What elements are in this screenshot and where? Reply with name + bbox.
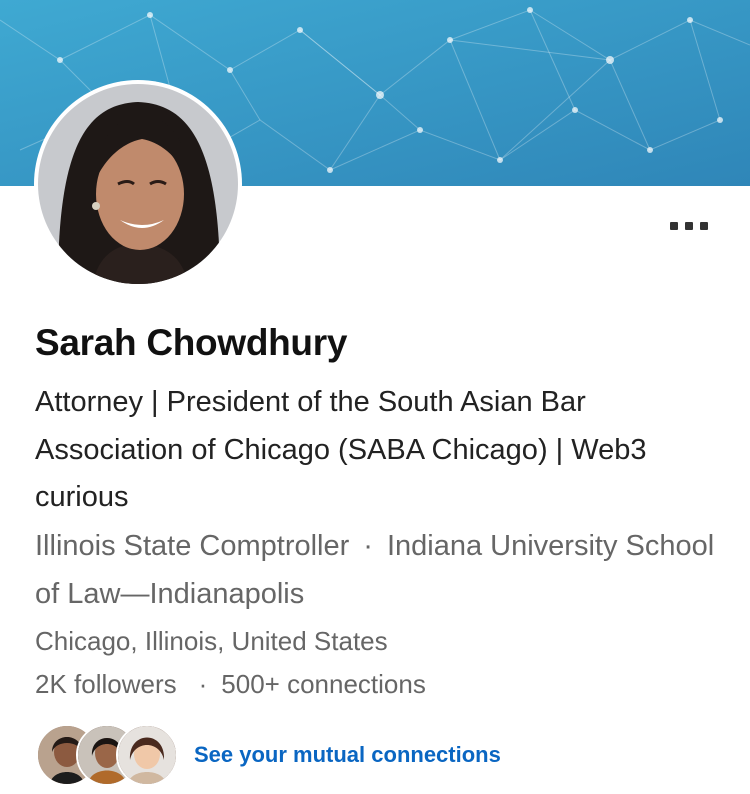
connections-count[interactable]: 500+ connections [221, 669, 426, 699]
profile-photo [38, 84, 238, 284]
profile-headline: Attorney | President of the South Asian … [35, 386, 647, 513]
profile-location: Chicago, Illinois, United States [35, 626, 388, 656]
separator-dot: · [198, 669, 208, 699]
see-mutual-connections-link[interactable]: See your mutual connections [194, 742, 501, 768]
profile-name: Sarah Chowdhury [35, 322, 348, 363]
mutual-avatar [116, 724, 178, 786]
profile-company-education: Illinois State Comptroller · Indiana Unive… [35, 523, 725, 618]
profile-avatar[interactable] [34, 80, 242, 288]
followers-count[interactable]: 2K followers [35, 669, 177, 699]
mutual-connections[interactable]: See your mutual connections [36, 724, 501, 786]
profile-card: Sarah Chowdhury Attorney | President of … [0, 0, 750, 794]
more-options-button[interactable] [664, 214, 714, 238]
profile-stats: 2K followers · 500+ connections [35, 669, 426, 700]
more-horizontal-icon [670, 222, 678, 230]
current-company[interactable]: Illinois State Comptroller [35, 530, 349, 562]
separator-dot: · [363, 530, 373, 562]
mutual-avatars [36, 724, 178, 786]
